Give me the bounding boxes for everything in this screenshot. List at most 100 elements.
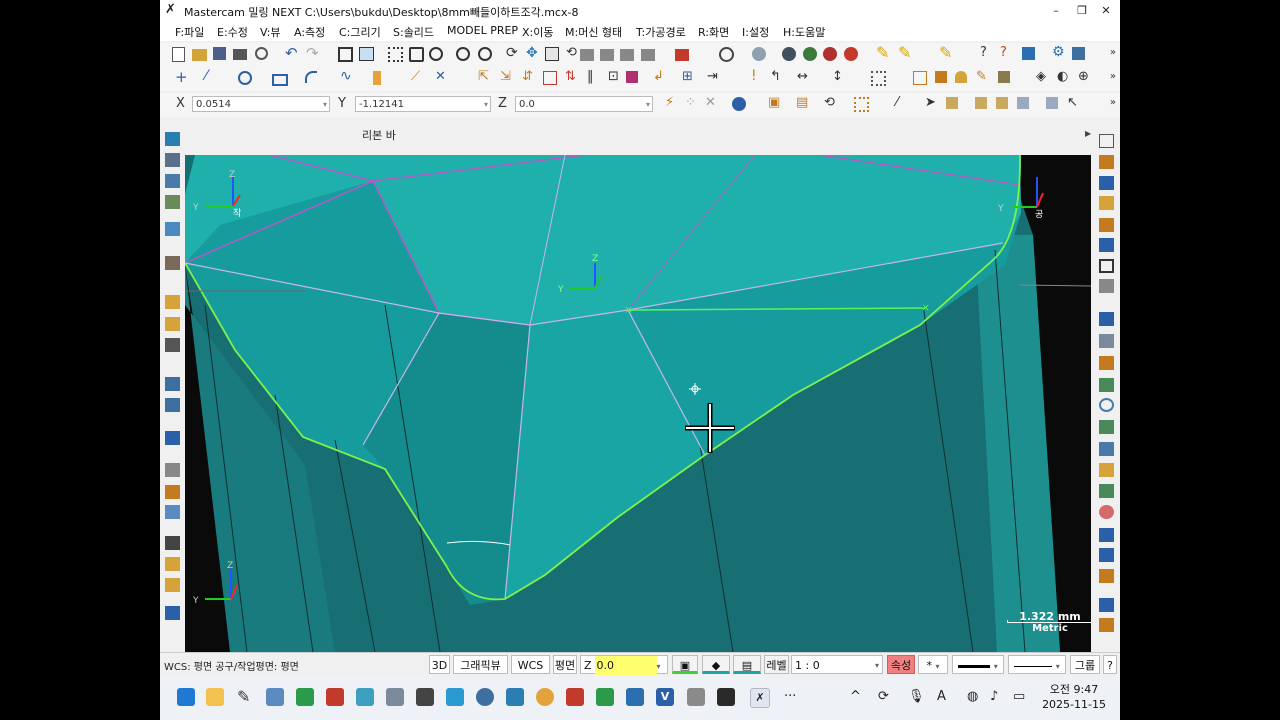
right-tool-8-icon[interactable] bbox=[1099, 279, 1114, 293]
excel-icon[interactable] bbox=[596, 688, 614, 706]
shield-app-icon[interactable] bbox=[566, 688, 584, 706]
maximize-button[interactable]: ❐ bbox=[1070, 2, 1094, 19]
menu-file[interactable]: F:파일 bbox=[175, 24, 204, 40]
left-tool-16-icon[interactable] bbox=[165, 536, 180, 550]
left-tool-15-icon[interactable] bbox=[165, 505, 180, 519]
point-style-dropdown-icon[interactable]: ▾ bbox=[935, 662, 939, 671]
new-file-icon[interactable] bbox=[172, 47, 185, 62]
backplot-icon[interactable]: ⊕ bbox=[1078, 69, 1093, 84]
brush-icon[interactable]: ✎ bbox=[939, 43, 954, 62]
status-help-button[interactable]: ? bbox=[1103, 655, 1117, 674]
check-app-icon[interactable] bbox=[416, 688, 434, 706]
print-icon[interactable] bbox=[233, 49, 247, 60]
line-select-icon[interactable]: ⁄ bbox=[896, 95, 911, 110]
sheet-icon[interactable] bbox=[935, 71, 947, 83]
translucency-icon[interactable] bbox=[844, 47, 858, 61]
contour-icon[interactable]: ⊞ bbox=[682, 69, 697, 84]
right-tool-17-icon[interactable] bbox=[1099, 484, 1114, 498]
verify-icon[interactable]: ◐ bbox=[1057, 69, 1072, 84]
cylinder-icon[interactable] bbox=[373, 71, 381, 85]
level-manager-icon[interactable] bbox=[1022, 47, 1035, 60]
help-icon[interactable]: ? bbox=[1000, 45, 1015, 60]
arch-icon[interactable] bbox=[955, 71, 967, 83]
toolbar-2-more-icon[interactable]: » bbox=[1110, 71, 1116, 82]
level-select[interactable]: 1 : 0 ▾ bbox=[791, 655, 883, 674]
view-cube-iso-icon[interactable] bbox=[641, 49, 655, 61]
left-tool-11-icon[interactable] bbox=[165, 398, 180, 412]
rectangle-icon[interactable] bbox=[272, 74, 288, 86]
right-tool-22-icon[interactable] bbox=[1099, 598, 1114, 612]
right-tool-7-icon[interactable] bbox=[1099, 259, 1114, 273]
fillet-icon[interactable] bbox=[305, 71, 317, 83]
hidden-lines-icon[interactable] bbox=[823, 47, 837, 61]
microphone-icon[interactable]: 🎙 bbox=[908, 689, 925, 704]
stock-icon[interactable] bbox=[998, 71, 1010, 83]
xform-project-icon[interactable]: ⊡ bbox=[608, 69, 623, 84]
rotate-icon[interactable]: ⟳ bbox=[506, 45, 521, 61]
xform-rotate-icon[interactable]: ⇲ bbox=[500, 69, 515, 84]
pencil-app-icon[interactable]: ✎ bbox=[237, 688, 255, 706]
sketch-icon[interactable]: ✕ bbox=[705, 95, 720, 110]
clear-select-icon[interactable]: ↖ bbox=[1067, 95, 1082, 110]
select-all-icon[interactable]: ▤ bbox=[796, 95, 811, 110]
y-coord-field[interactable]: -1.12141 ▾ bbox=[355, 96, 491, 112]
graphics-view-button[interactable]: 그래픽뷰 bbox=[453, 655, 508, 674]
right-tool-18-icon[interactable] bbox=[1099, 505, 1114, 519]
pencil-pair-icon[interactable]: ✎ bbox=[898, 43, 913, 62]
browser-app-icon[interactable] bbox=[356, 688, 374, 706]
menu-view[interactable]: V:뷰 bbox=[260, 24, 280, 40]
pan-icon[interactable] bbox=[545, 47, 559, 61]
right-tool-19-icon[interactable] bbox=[1099, 528, 1114, 542]
right-tool-15-icon[interactable] bbox=[1099, 442, 1114, 456]
file-explorer-icon[interactable] bbox=[206, 688, 224, 706]
z-coord-dropdown-icon[interactable]: ▾ bbox=[646, 97, 650, 113]
wcs-button[interactable]: WCS bbox=[511, 655, 550, 674]
right-tool-5-icon[interactable] bbox=[1099, 218, 1114, 232]
v-app-icon[interactable]: V bbox=[656, 688, 674, 706]
zoom-selected-icon[interactable] bbox=[429, 47, 443, 61]
left-tool-12-icon[interactable] bbox=[165, 431, 180, 445]
window-select-icon[interactable] bbox=[854, 97, 869, 112]
group-button[interactable]: 그룹 bbox=[1070, 655, 1100, 674]
left-tool-13-icon[interactable] bbox=[165, 463, 180, 477]
z-coord-field[interactable]: 0.0 ▾ bbox=[515, 96, 653, 112]
undo-icon[interactable]: ↶ bbox=[285, 44, 300, 62]
plane-button[interactable]: 평면 bbox=[553, 655, 577, 674]
right-tool-2-icon[interactable] bbox=[1099, 155, 1114, 169]
tray-expand-icon[interactable]: ^ bbox=[850, 689, 861, 704]
right-tool-1-icon[interactable] bbox=[1099, 134, 1114, 148]
pocket-icon[interactable]: ⇥ bbox=[707, 69, 722, 84]
settings-flow-icon[interactable] bbox=[446, 688, 464, 706]
view-options-icon[interactable] bbox=[675, 49, 689, 61]
ribbon-scroll-icon[interactable]: ▶ bbox=[1085, 129, 1091, 138]
right-tool-10-icon[interactable] bbox=[1099, 334, 1114, 348]
help-arrow-icon[interactable]: ? bbox=[980, 45, 995, 60]
left-tool-9-icon[interactable] bbox=[165, 338, 180, 352]
window-app-icon[interactable] bbox=[687, 688, 705, 706]
dimension-vertical-icon[interactable]: ↕ bbox=[832, 69, 847, 84]
toolbar-1-more-icon[interactable]: » bbox=[1110, 47, 1116, 58]
3d-toggle-button[interactable]: 3D bbox=[429, 655, 450, 674]
divide-icon[interactable]: ✕ bbox=[435, 69, 450, 84]
menu-help[interactable]: H:도움말 bbox=[783, 24, 825, 40]
redo-icon[interactable]: ↷ bbox=[306, 44, 321, 62]
line-width-select[interactable]: ▾ bbox=[1008, 655, 1066, 674]
autocursor-icon[interactable]: ⚡ bbox=[665, 95, 680, 110]
toolpath-manager-icon[interactable]: ◈ bbox=[1036, 69, 1051, 84]
sheets-app-icon[interactable] bbox=[296, 688, 314, 706]
calculator-app-icon[interactable] bbox=[386, 688, 404, 706]
tag-icon[interactable]: ✎ bbox=[976, 69, 991, 84]
open-folder-icon[interactable] bbox=[192, 49, 207, 61]
line-icon[interactable]: ⁄ bbox=[205, 68, 220, 84]
sync-icon[interactable]: ⟳ bbox=[878, 689, 889, 704]
menu-screen[interactable]: R:화면 bbox=[698, 24, 729, 40]
left-tool-2-icon[interactable] bbox=[165, 153, 180, 167]
xform-scale-icon[interactable] bbox=[543, 71, 557, 85]
gear-app-icon[interactable] bbox=[476, 688, 494, 706]
left-tool-14-icon[interactable] bbox=[165, 485, 180, 499]
taskbar-more-button[interactable]: ··· bbox=[784, 689, 796, 704]
spline-icon[interactable]: ∿ bbox=[340, 68, 355, 84]
chip-icon[interactable] bbox=[1072, 47, 1085, 60]
menu-toolpaths[interactable]: T:가공경로 bbox=[636, 24, 686, 40]
z-depth-dropdown-icon[interactable]: ▾ bbox=[657, 662, 661, 671]
